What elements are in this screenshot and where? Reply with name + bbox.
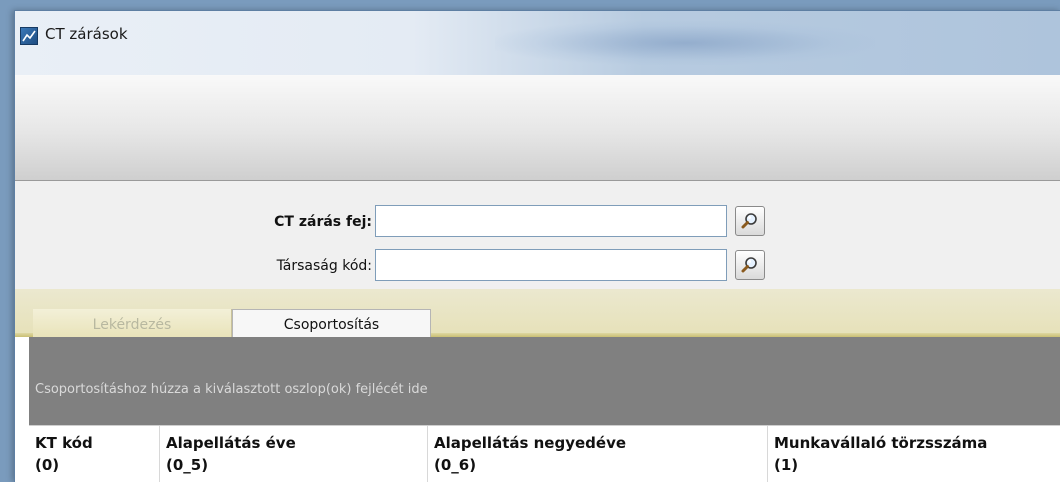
main-window: CT zárások CT zárás fej: Társaság kód: L…	[14, 10, 1060, 482]
background-window-blur	[495, 21, 875, 65]
magnifier-icon	[741, 213, 757, 229]
tab-grouping[interactable]: Csoportosítás	[232, 309, 431, 340]
column-title: Alapellátás éve	[166, 434, 296, 452]
ct-close-header-lookup-button[interactable]	[735, 206, 765, 236]
column-header-employee-id[interactable]: Munkavállaló törzsszáma (1)	[774, 432, 987, 476]
column-separator[interactable]	[767, 426, 768, 482]
window-title: CT zárások	[45, 25, 128, 43]
column-title: Alapellátás negyedéve	[434, 434, 627, 452]
tab-strip: Lekérdezés Csoportosítás	[15, 289, 1060, 340]
tab-query-label: Lekérdezés	[92, 316, 172, 333]
column-title: Munkavállaló törzsszáma	[774, 434, 988, 452]
company-code-label: Társaság kód:	[276, 258, 372, 274]
ct-close-header-input[interactable]	[375, 205, 727, 237]
column-header-kt-code[interactable]: KT kód (0)	[35, 432, 93, 476]
toolbar-ribbon	[15, 75, 1060, 181]
company-code-lookup-button[interactable]	[735, 250, 765, 280]
column-separator[interactable]	[427, 426, 428, 482]
magnifier-icon	[741, 257, 757, 273]
ct-close-header-label: CT zárás fej:	[274, 214, 372, 230]
column-code: (1)	[774, 456, 799, 474]
column-header-base-care-quarter[interactable]: Alapellátás negyedéve (0_6)	[434, 432, 626, 476]
tab-query[interactable]: Lekérdezés	[33, 309, 232, 340]
app-icon[interactable]	[20, 27, 38, 45]
group-by-hint: Csoportosításhoz húzza a kiválasztott os…	[35, 382, 428, 397]
tab-grouping-label: Csoportosítás	[283, 317, 380, 333]
filter-panel: CT zárás fej: Társaság kód:	[15, 181, 1060, 289]
company-code-input[interactable]	[375, 249, 727, 281]
group-by-panel[interactable]: Csoportosításhoz húzza a kiválasztott os…	[29, 337, 1060, 425]
column-code: (0_6)	[434, 456, 477, 474]
column-code: (0_5)	[166, 456, 209, 474]
title-bar[interactable]: CT zárások	[15, 11, 1060, 75]
grid-header-row: KT kód (0) Alapellátás éve (0_5) Alapell…	[29, 425, 1060, 482]
column-title: KT kód	[35, 434, 93, 452]
column-separator[interactable]	[159, 426, 160, 482]
column-code: (0)	[35, 456, 60, 474]
column-header-base-care-year[interactable]: Alapellátás éve (0_5)	[166, 432, 296, 476]
